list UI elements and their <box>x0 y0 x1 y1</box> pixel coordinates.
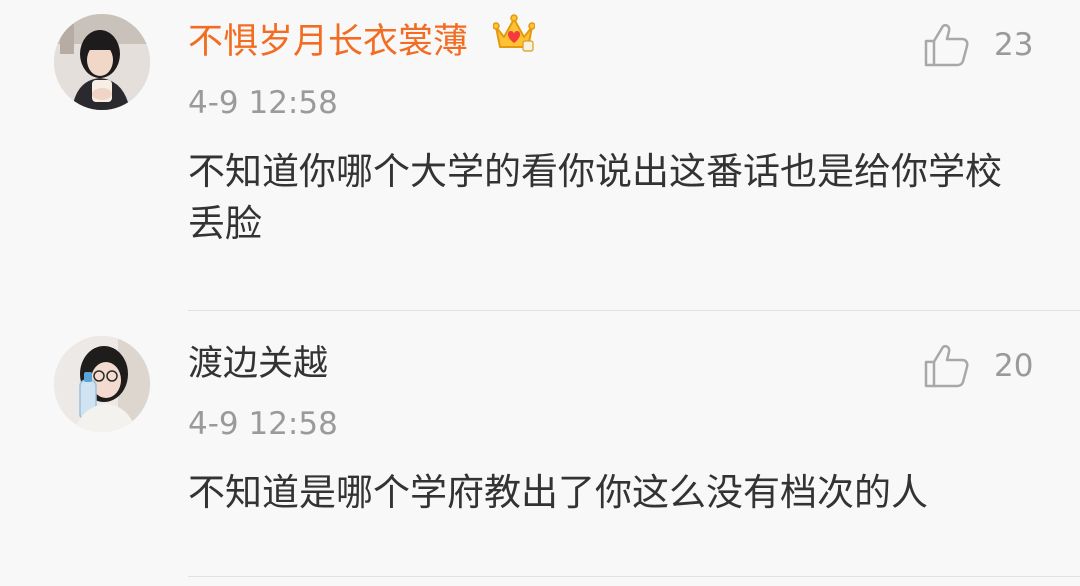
avatar-image <box>54 14 150 110</box>
username-text[interactable]: 不惧岁月长衣裳薄 <box>188 22 468 62</box>
timestamp: 4-9 12:58 <box>188 406 338 442</box>
like-button[interactable]: 20 <box>922 343 1034 389</box>
like-count: 23 <box>994 27 1034 63</box>
username[interactable]: 不惧岁月长衣裳薄 <box>188 13 536 64</box>
divider <box>188 310 1080 311</box>
thumbs-up-icon <box>924 23 969 67</box>
avatar[interactable] <box>54 336 150 432</box>
username[interactable]: 渡边关越 <box>188 342 328 386</box>
comment-text: 不知道是哪个学府教出了你这么没有档次的人 <box>188 471 928 514</box>
thumbs-up-icon <box>924 344 969 388</box>
timestamp: 4-9 12:58 <box>188 85 338 121</box>
divider <box>188 576 1080 577</box>
avatar-image <box>54 336 150 432</box>
crown-icon <box>492 13 536 64</box>
comment-text: 不知道你哪个大学的看你说出这番话也是给你学校丢脸 <box>188 150 1002 245</box>
like-count: 20 <box>994 348 1034 384</box>
username-text[interactable]: 渡边关越 <box>188 344 328 384</box>
avatar[interactable] <box>54 14 150 110</box>
like-button[interactable]: 23 <box>922 22 1034 68</box>
